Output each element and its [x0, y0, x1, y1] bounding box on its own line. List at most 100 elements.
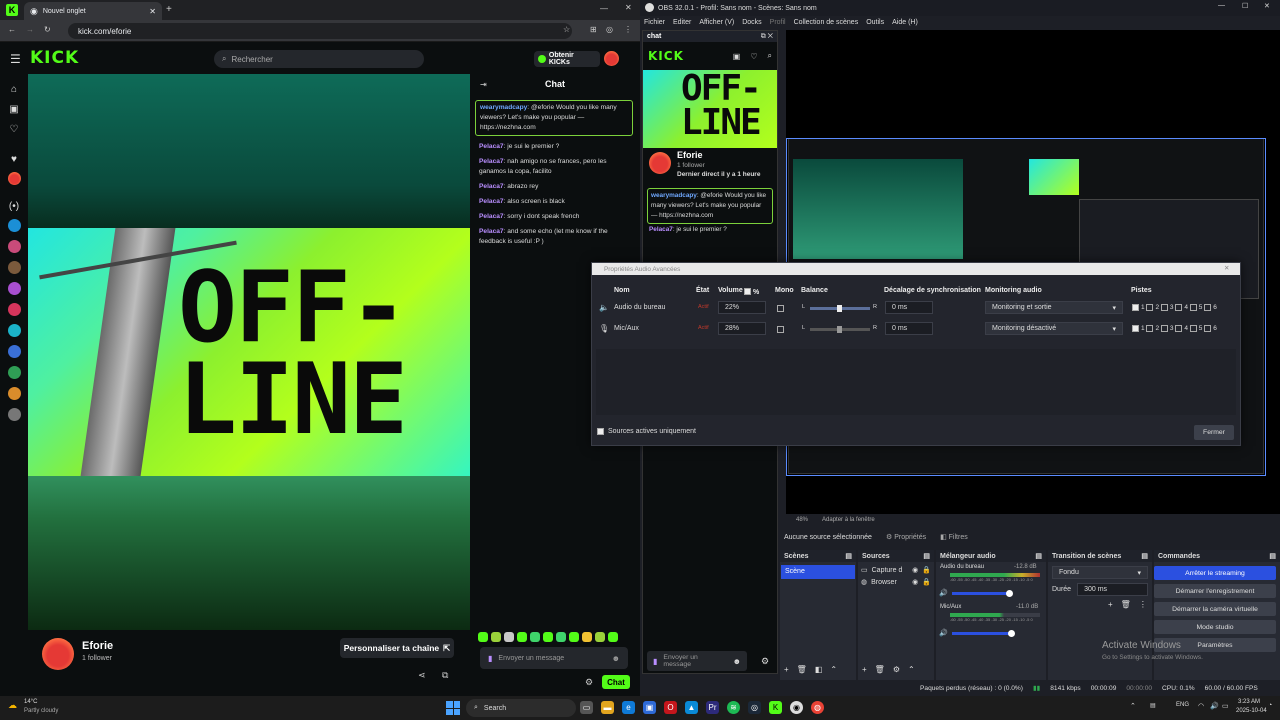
menu-docks[interactable]: Docks	[742, 19, 761, 26]
monitoring-select[interactable]: Monitoring et sortie ▾	[985, 301, 1123, 314]
sync-offset-input[interactable]: 0 ms	[885, 322, 933, 335]
balance-slider-handle[interactable]	[837, 305, 842, 312]
fit-to-window[interactable]: Adapter à la fenêtre	[822, 517, 875, 523]
emote-icon[interactable]	[608, 632, 618, 642]
transition-select[interactable]: Fondu ▾	[1052, 566, 1148, 579]
duration-input[interactable]: 300 ms	[1077, 583, 1148, 596]
chat-username[interactable]: wearymadcapy	[480, 104, 527, 111]
track-checkbox[interactable]: 6	[1204, 304, 1217, 311]
obs-app-icon[interactable]: ◉	[790, 701, 803, 714]
menu-profile[interactable]: Profil	[770, 19, 786, 26]
chat-username[interactable]: Pelaca7	[649, 226, 673, 233]
chat-username[interactable]: Pelaca7	[479, 183, 504, 190]
minimize-icon[interactable]: —	[1218, 2, 1225, 9]
channel-name[interactable]: Eforie	[82, 640, 113, 652]
steam-icon[interactable]: ◎	[748, 701, 761, 714]
track-checkbox[interactable]: 1	[1132, 325, 1145, 332]
source-item[interactable]: ▭ Capture d ◉ 🔒	[861, 566, 931, 575]
clock-date[interactable]: 2025-10-04	[1236, 708, 1267, 714]
browse-icon[interactable]: ▣	[7, 102, 21, 116]
emoji-icon[interactable]: ☻	[612, 654, 620, 663]
menu-file[interactable]: Fichier	[644, 19, 665, 26]
emoji-icon[interactable]: ☻	[733, 657, 741, 666]
settings-icon[interactable]: ⚙	[893, 665, 900, 674]
emote-icon[interactable]	[491, 632, 501, 642]
chat-settings-gear-icon[interactable]: ⚙	[585, 677, 593, 688]
get-kicks-button[interactable]: Obtenir KICKs	[534, 51, 600, 67]
active-only-checkbox[interactable]: Sources actives uniquement	[597, 428, 696, 435]
channel-avatar[interactable]	[7, 387, 21, 400]
panel-menu-icon[interactable]: ▤	[923, 552, 930, 560]
mono-checkbox[interactable]	[777, 326, 784, 333]
heart-icon[interactable]: ♡	[750, 52, 757, 61]
channel-avatar[interactable]	[7, 219, 21, 232]
zoom-level[interactable]: 48%	[796, 517, 808, 523]
emote-icon[interactable]	[595, 632, 605, 642]
tab-new-tab[interactable]: ◉ Nouvel onglet ✕	[24, 2, 162, 20]
channel-avatar[interactable]	[7, 261, 21, 274]
track-checkbox[interactable]: 3	[1160, 304, 1174, 311]
studio-mode-button[interactable]: Mode studio	[1154, 620, 1276, 634]
lock-icon[interactable]: 🔒	[922, 566, 931, 574]
channel-avatar[interactable]	[7, 303, 21, 316]
emote-icon[interactable]	[556, 632, 566, 642]
track-checkbox[interactable]: 5	[1189, 325, 1202, 332]
emote-icon[interactable]	[504, 632, 514, 642]
add-icon[interactable]: +	[1108, 600, 1113, 609]
dock-float-close-icon[interactable]: ⧉ ✕	[761, 33, 773, 41]
mono-checkbox[interactable]	[777, 305, 784, 312]
add-icon[interactable]: +	[784, 665, 789, 674]
battery-icon[interactable]: ▭	[1222, 702, 1229, 710]
emote-icon[interactable]	[517, 632, 527, 642]
photos-icon[interactable]: ▲	[685, 701, 698, 714]
chat-input[interactable]: ▮ Envoyer un message ☻	[480, 647, 628, 669]
scene-item[interactable]: Scène	[781, 565, 855, 579]
live-channels-icon[interactable]: (•)	[7, 199, 21, 213]
url-input[interactable]: kick.com/eforie	[68, 23, 572, 39]
start-virtual-camera-button[interactable]: Démarrer la caméra virtuelle	[1154, 602, 1276, 616]
emote-icon[interactable]	[478, 632, 488, 642]
channel-avatar[interactable]	[649, 152, 671, 174]
source-item[interactable]: ◍ Browser ◉ 🔒	[861, 578, 931, 587]
file-explorer-icon[interactable]: ▬	[601, 701, 614, 714]
minimize-icon[interactable]: —	[600, 4, 608, 13]
kick-app-icon[interactable]: K	[769, 701, 782, 714]
volume-icon[interactable]: 🔊	[939, 589, 948, 597]
chat-username[interactable]: Pelaca7	[479, 158, 504, 165]
home-icon[interactable]: ⌂	[7, 82, 21, 96]
track-checkbox[interactable]: 2	[1146, 325, 1159, 332]
chat-username[interactable]: wearymadcapy	[651, 192, 697, 199]
spotify-icon[interactable]: ≋	[727, 701, 740, 714]
volume-input[interactable]: 22%	[718, 301, 766, 314]
lock-icon[interactable]: 🔒	[922, 578, 931, 586]
balance-slider-handle[interactable]	[837, 326, 842, 333]
notifications-icon[interactable]: ◔	[1268, 702, 1272, 709]
opera-icon[interactable]: O	[664, 701, 677, 714]
start-recording-button[interactable]: Démarrer l'enregistrement	[1154, 584, 1276, 598]
clock-time[interactable]: 3:23 AM	[1238, 699, 1260, 705]
panel-menu-icon[interactable]: ▤	[1035, 552, 1042, 560]
close-button[interactable]: Fermer	[1194, 425, 1234, 440]
volume-icon[interactable]: 🔊	[1210, 702, 1219, 710]
tray-icon[interactable]: ▤	[1150, 702, 1156, 709]
track-checkbox[interactable]: 3	[1160, 325, 1174, 332]
volume-slider-handle[interactable]	[1006, 590, 1013, 597]
chat-send-button[interactable]: Chat	[602, 675, 630, 689]
wifi-icon[interactable]: ◠	[1198, 702, 1204, 710]
reload-icon[interactable]: ↻	[44, 25, 51, 34]
emote-icon[interactable]	[569, 632, 579, 642]
chrome-icon[interactable]: ◍	[811, 701, 824, 714]
track-checkbox[interactable]: 5	[1189, 304, 1202, 311]
store-icon[interactable]: ▣	[643, 701, 656, 714]
close-icon[interactable]: ✕	[149, 7, 156, 16]
weather-temp[interactable]: 14°C	[24, 699, 37, 705]
back-icon[interactable]: ←	[8, 25, 16, 34]
volume-slider[interactable]	[952, 592, 1012, 595]
panel-menu-icon[interactable]: ▤	[1269, 552, 1276, 560]
edge-icon[interactable]: e	[622, 701, 635, 714]
profile-icon[interactable]: ◎	[606, 25, 613, 34]
maximize-icon[interactable]: ☐	[1242, 2, 1248, 10]
kick-logo[interactable]: KICK	[648, 49, 684, 63]
panel-menu-icon[interactable]: ▤	[845, 552, 852, 560]
premiere-icon[interactable]: Pr	[706, 701, 719, 714]
